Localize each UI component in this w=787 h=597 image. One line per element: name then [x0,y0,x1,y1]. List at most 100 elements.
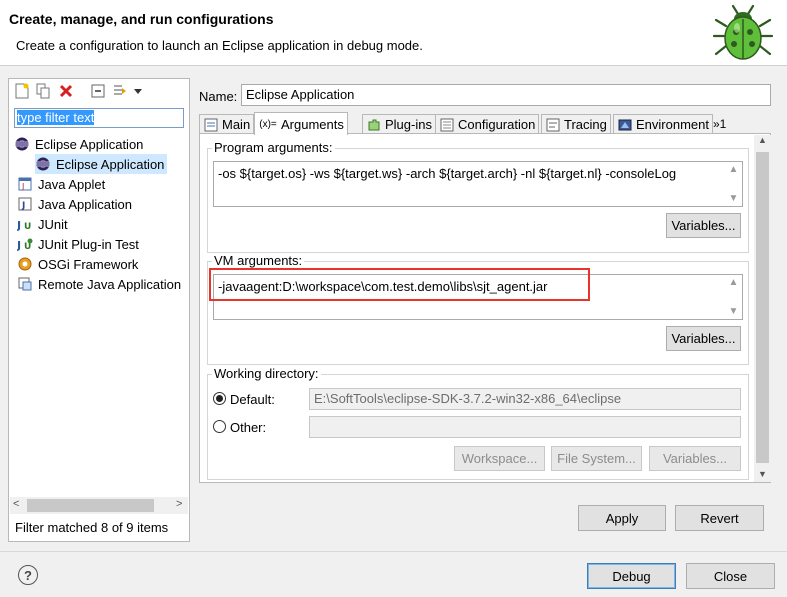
tree-item-eclipse-application-config[interactable]: Eclipse Application [35,154,168,174]
scroll-down-icon[interactable]: ▼ [758,469,767,479]
working-dir-variables-button[interactable]: Variables... [649,446,741,471]
tree-item-osgi-framework[interactable]: OSGi Framework [17,254,138,274]
working-directory-label: Working directory: [212,366,321,381]
other-directory-field [309,416,741,438]
debug-button[interactable]: Debug [587,563,676,589]
view-menu-chevron-icon[interactable] [131,82,145,100]
tab-overflow[interactable]: »1 [710,114,729,134]
junit-plugin-icon: JU [17,236,33,252]
osgi-icon [17,256,33,272]
tree-item-label: Java Application [38,196,132,212]
close-button[interactable]: Close [686,563,775,589]
tab-label: Environment [636,117,709,132]
svg-text:J: J [21,201,25,211]
tree-item-label: Java Applet [38,176,106,192]
tree-item-java-applet[interactable]: J Java Applet [17,174,105,194]
duplicate-config-icon[interactable] [35,82,53,100]
eclipse-icon [14,136,30,152]
tree-item-java-application[interactable]: J Java Application [17,194,132,214]
main-tab-icon [203,117,219,133]
working-directory-group: Working directory: Default: E:\SoftTools… [207,366,749,480]
textarea-scrollbar[interactable]: ▲ ▼ [725,162,742,206]
tab-label: Tracing [564,117,607,132]
program-arguments-label: Program arguments: [212,140,335,155]
other-radio-label: Other: [230,420,267,435]
filter-icon[interactable] [111,82,129,100]
default-radio-label: Default: [230,392,275,407]
name-label: Name: [199,89,238,104]
tab-tracing[interactable]: Tracing [541,114,611,134]
tree-item-eclipse-application-category[interactable]: Eclipse Application [14,134,143,154]
delete-config-icon[interactable] [57,82,75,100]
default-radio[interactable] [213,392,226,405]
arguments-icon: (x)= [259,118,277,130]
tab-plugins[interactable]: Plug-ins [362,114,436,134]
tree-item-remote-java-application[interactable]: Remote Java Application [17,274,181,294]
svg-text:J: J [21,182,24,191]
tree-item-junit-plugin-test[interactable]: JU JUnit Plug-in Test [17,234,139,254]
java-applet-icon: J [17,176,33,192]
vm-variables-button[interactable]: Variables... [666,326,741,351]
program-variables-button[interactable]: Variables... [666,213,741,238]
java-application-icon: J [17,196,33,212]
apply-button[interactable]: Apply [578,505,666,531]
tab-label: Configuration [458,117,536,132]
configuration-icon [439,117,455,133]
eclipse-icon [35,156,51,172]
scroll-up-icon[interactable]: ▲ [758,135,767,145]
new-config-icon[interactable] [13,82,31,100]
tree-horizontal-scrollbar[interactable]: < > [10,497,188,514]
filter-status: Filter matched 8 of 9 items [15,520,169,535]
tab-label: Arguments [281,116,344,132]
environment-icon [617,117,633,133]
tree-item-label: Eclipse Application [56,156,165,172]
tree-item-label: JUnit Plug-in Test [38,236,139,252]
tree-item-label: JUnit [38,216,68,232]
svg-text:U: U [24,222,31,231]
remote-java-icon [17,276,33,292]
filter-input[interactable]: type filter text [14,108,184,128]
svg-text:J: J [17,219,21,231]
program-arguments-text: -os ${target.os} -ws ${target.ws} -arch … [218,166,677,181]
workspace-button[interactable]: Workspace... [454,446,545,471]
default-directory-field: E:\SoftTools\eclipse-SDK-3.7.2-win32-x86… [309,388,741,410]
dialog-title: Create, manage, and run configurations [9,11,274,27]
tab-environment[interactable]: Environment [613,114,713,134]
junit-icon: JU [17,216,33,232]
arguments-tab-body: Program arguments: -os ${target.os} -ws … [199,133,771,483]
program-arguments-group: Program arguments: -os ${target.os} -ws … [207,140,749,253]
revert-button[interactable]: Revert [675,505,764,531]
debug-bug-icon [712,4,774,64]
program-arguments-textarea[interactable]: -os ${target.os} -ws ${target.ws} -arch … [213,161,743,207]
tree-item-junit[interactable]: JU JUnit [17,214,68,234]
footer-separator [0,551,787,552]
help-icon[interactable]: ? [18,565,38,585]
dialog-header: Create, manage, and run configurations C… [0,0,787,66]
scroll-right-icon[interactable]: > [176,498,182,510]
launch-config-tree-panel: type filter text Eclipse Application Ecl… [8,78,190,542]
tree-item-label: Remote Java Application [38,276,182,292]
tracing-icon [545,117,561,133]
scroll-left-icon[interactable]: < [13,498,19,510]
tab-main[interactable]: Main [199,114,255,134]
vm-arguments-label: VM arguments: [212,253,305,268]
collapse-all-icon[interactable] [89,82,107,100]
tab-label: Plug-ins [385,117,432,132]
textarea-scrollbar[interactable]: ▲ ▼ [725,275,742,319]
tree-item-label: OSGi Framework [38,256,139,272]
tab-label: Main [222,117,251,132]
filter-input-text: type filter text [17,110,95,125]
tab-body-vertical-scrollbar[interactable]: ▲ ▼ [754,135,771,482]
scrollbar-thumb[interactable] [27,499,154,512]
config-name-field[interactable]: Eclipse Application [241,84,771,106]
tab-arguments[interactable]: (x)= Arguments [254,112,348,135]
svg-text:J: J [17,239,21,251]
config-tabs: Main (x)= Arguments Plug-ins Configurati… [199,112,771,135]
dialog-subtitle: Create a configuration to launch an Ecli… [16,38,423,53]
file-system-button[interactable]: File System... [551,446,642,471]
other-radio[interactable] [213,420,226,433]
left-toolbar [9,79,189,103]
highlight-annotation [209,268,590,301]
tab-configuration[interactable]: Configuration [435,114,540,134]
scrollbar-thumb[interactable] [756,152,769,463]
